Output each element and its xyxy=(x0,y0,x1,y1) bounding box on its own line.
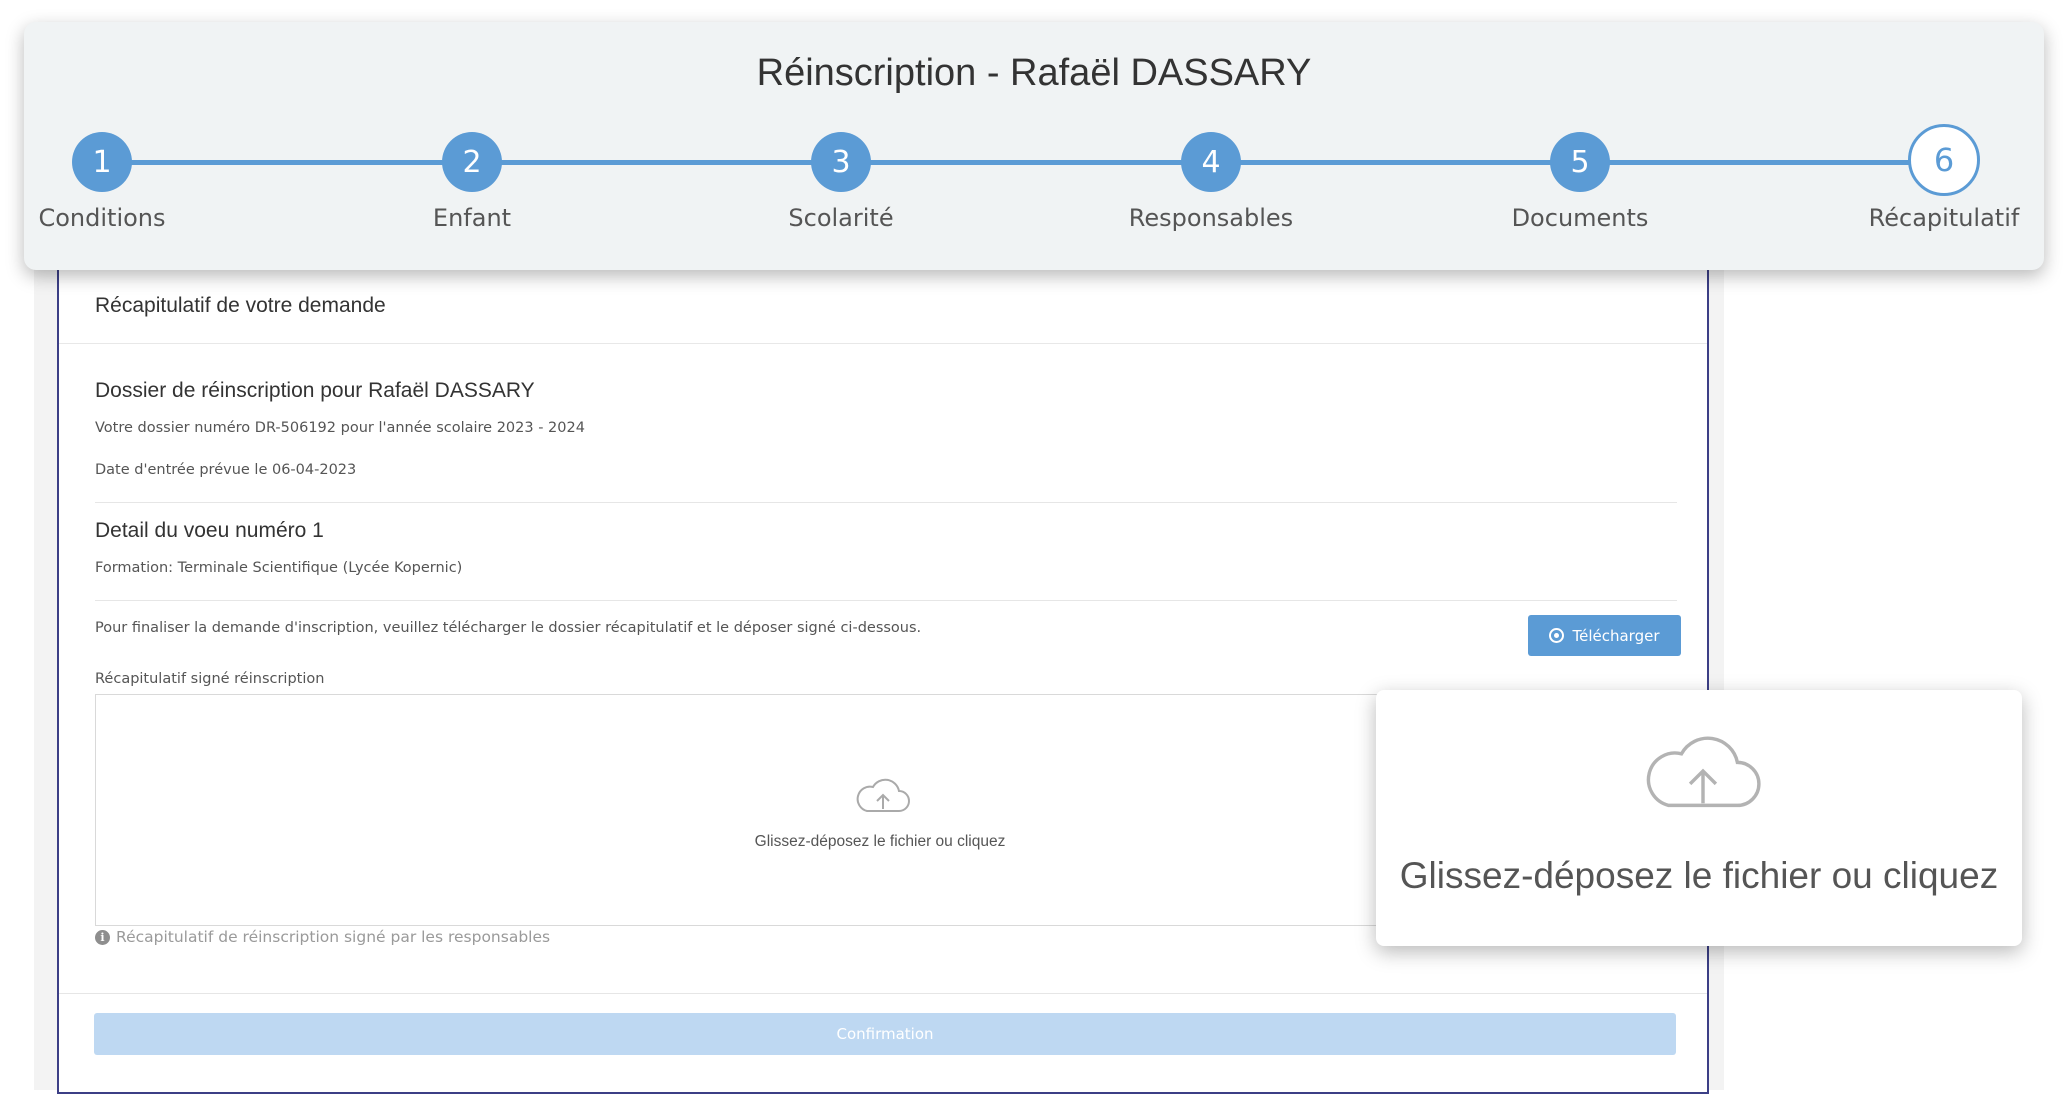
stepper-line xyxy=(102,160,1944,165)
info-circle-icon: i xyxy=(95,929,110,945)
divider xyxy=(95,600,1677,601)
step-3-circle[interactable]: 3 xyxy=(811,132,871,192)
panel-title: Récapitulatif de votre demande xyxy=(95,294,386,317)
panel-header: Récapitulatif de votre demande xyxy=(59,258,1707,344)
download-button-label: Télécharger xyxy=(1572,626,1660,645)
stepper-header: Réinscription - Rafaël DASSARY 1 2 3 4 5… xyxy=(24,22,2044,270)
finalize-text: Pour finaliser la demande d'inscription,… xyxy=(95,620,922,636)
circle-download-icon xyxy=(1549,628,1565,643)
step-1-label: Conditions xyxy=(38,204,166,232)
download-button[interactable]: Télécharger xyxy=(1528,615,1681,656)
step-5-label: Documents xyxy=(1511,204,1649,232)
step-5-circle[interactable]: 5 xyxy=(1550,132,1610,192)
recap-panel: Récapitulatif de votre demande Dossier d… xyxy=(57,258,1709,1094)
step-6-label: Récapitulatif xyxy=(1868,204,2020,232)
step-4-label: Responsables xyxy=(1128,204,1294,232)
step-2-circle[interactable]: 2 xyxy=(442,132,502,192)
entry-date: Date d'entrée prévue le 06-04-2023 xyxy=(95,462,357,478)
dropzone-zoom-callout[interactable]: Glissez-déposez le fichier ou cliquez xyxy=(1376,690,2022,946)
step-1-circle[interactable]: 1 xyxy=(72,132,132,192)
callout-text: Glissez-déposez le fichier ou cliquez xyxy=(1399,855,1999,896)
cloud-upload-icon xyxy=(856,778,910,812)
divider xyxy=(95,502,1677,503)
divider xyxy=(59,993,1707,994)
upload-label: Récapitulatif signé réinscription xyxy=(95,671,325,687)
dossier-title: Dossier de réinscription pour Rafaël DAS… xyxy=(95,379,535,402)
confirm-button[interactable]: Confirmation xyxy=(94,1013,1676,1055)
page-title: Réinscription - Rafaël DASSARY xyxy=(756,52,1312,94)
cloud-upload-icon xyxy=(1646,736,1761,808)
formation-text: Formation: Terminale Scientifique (Lycée… xyxy=(95,560,463,576)
help-text: i Récapitulatif de réinscription signé p… xyxy=(95,928,550,946)
step-2-label: Enfant xyxy=(432,204,512,232)
dossier-number: Votre dossier numéro DR-506192 pour l'an… xyxy=(95,420,585,436)
step-3-label: Scolarité xyxy=(788,204,894,232)
help-text-label: Récapitulatif de réinscription signé par… xyxy=(116,928,551,946)
voeu-title: Detail du voeu numéro 1 xyxy=(95,519,324,542)
step-4-circle[interactable]: 4 xyxy=(1181,132,1241,192)
step-6-circle[interactable]: 6 xyxy=(1908,124,1980,196)
